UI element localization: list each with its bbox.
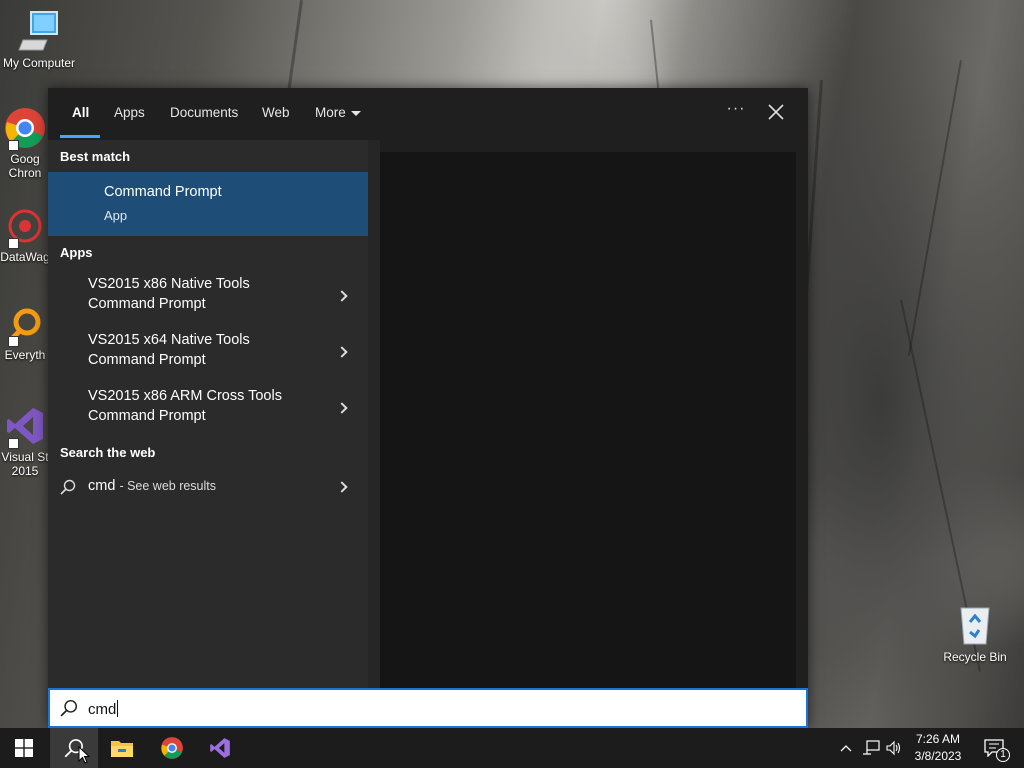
clock-date: 3/8/2023 (914, 749, 962, 763)
best-match-heading: Best match (60, 149, 131, 164)
shortcut-arrow-icon (8, 438, 19, 449)
folder-icon (111, 741, 133, 757)
chevron-right-icon[interactable] (336, 481, 348, 493)
app-name-line2: Command Prompt (88, 352, 206, 368)
pane-gutter (368, 140, 380, 688)
best-match-title: Command Prompt (104, 184, 222, 200)
chevron-right-icon[interactable] (336, 402, 348, 414)
desktop-icon-recycle-bin[interactable]: Recycle Bin (936, 602, 1014, 664)
search-input[interactable]: cmd (48, 688, 808, 728)
web-search-result[interactable]: cmd - See web results (48, 472, 368, 502)
start-button[interactable] (0, 728, 48, 768)
web-hint: - See web results (119, 479, 217, 493)
chrome-icon (161, 737, 183, 759)
close-icon[interactable] (764, 100, 788, 124)
computer-icon (18, 11, 58, 51)
tab-more[interactable]: More (315, 105, 361, 120)
search-icon (60, 479, 76, 495)
action-center-button[interactable]: 1 (976, 728, 1024, 768)
visual-studio-icon (210, 738, 230, 758)
notification-count-badge: 1 (996, 748, 1010, 762)
web-query-text: cmd - See web results (88, 478, 216, 494)
app-name-line1: VS2015 x86 Native Tools (88, 276, 250, 292)
search-input-value: cmd (88, 700, 119, 718)
list-item[interactable]: VS2015 x86 ARM Cross Tools Command Promp… (48, 382, 368, 438)
network-icon[interactable] (862, 740, 880, 756)
tab-apps[interactable]: Apps (114, 105, 145, 120)
chevron-right-icon[interactable] (336, 290, 348, 302)
taskbar-clock[interactable]: 7:26 AM 3/8/2023 (904, 731, 972, 765)
tab-web[interactable]: Web (262, 105, 290, 120)
taskbar-search-button[interactable] (50, 728, 98, 768)
app-name-line1: VS2015 x86 ARM Cross Tools (88, 388, 282, 404)
search-icon (60, 699, 78, 717)
web-query: cmd (88, 478, 116, 494)
preview-pane (380, 152, 796, 688)
tab-more-label: More (315, 105, 346, 120)
chevron-down-icon (350, 110, 361, 116)
web-heading: Search the web (60, 445, 156, 460)
tab-documents[interactable]: Documents (170, 105, 238, 120)
system-tray (836, 728, 906, 768)
chevron-up-icon[interactable] (840, 744, 852, 752)
taskbar-chrome[interactable] (148, 728, 196, 768)
shortcut-arrow-icon (8, 336, 19, 347)
desktop-icon-label: Recycle Bin (943, 650, 1007, 664)
apps-heading: Apps (60, 245, 93, 260)
search-panel: All Apps Documents Web More ··· Best mat… (48, 88, 808, 728)
desktop-icon-my-computer[interactable]: My Computer (0, 10, 78, 70)
text-cursor (117, 700, 119, 717)
ellipsis-icon[interactable]: ··· (724, 100, 748, 124)
desktop-icon-label: My Computer (2, 56, 76, 70)
taskbar-visual-studio[interactable] (196, 728, 244, 768)
clock-time: 7:26 AM (915, 732, 961, 746)
search-input-text: cmd (88, 701, 117, 718)
shortcut-arrow-icon (8, 238, 19, 249)
best-match-subtitle: App (104, 208, 128, 223)
volume-icon[interactable] (886, 740, 902, 756)
results-list: Best match Command Prompt App Apps VS201… (48, 140, 368, 688)
list-item[interactable]: VS2015 x64 Native Tools Command Prompt (48, 326, 368, 382)
mouse-cursor-icon (78, 746, 90, 764)
app-name-line1: VS2015 x64 Native Tools (88, 332, 250, 348)
list-item[interactable]: VS2015 x86 Native Tools Command Prompt (48, 270, 368, 326)
taskbar: 7:26 AM 3/8/2023 1 (0, 728, 1024, 768)
app-name-line2: Command Prompt (88, 408, 206, 424)
chevron-right-icon[interactable] (336, 346, 348, 358)
app-name-line2: Command Prompt (88, 296, 206, 312)
active-tab-indicator (60, 135, 100, 138)
recycle-bin-icon (960, 607, 990, 645)
shortcut-arrow-icon (8, 140, 19, 151)
best-match-result[interactable]: Command Prompt App (48, 172, 368, 236)
windows-logo-icon (15, 739, 33, 757)
tab-all[interactable]: All (72, 105, 89, 120)
search-tabs-bar: All Apps Documents Web More ··· (48, 88, 808, 140)
taskbar-file-explorer[interactable] (98, 728, 146, 768)
